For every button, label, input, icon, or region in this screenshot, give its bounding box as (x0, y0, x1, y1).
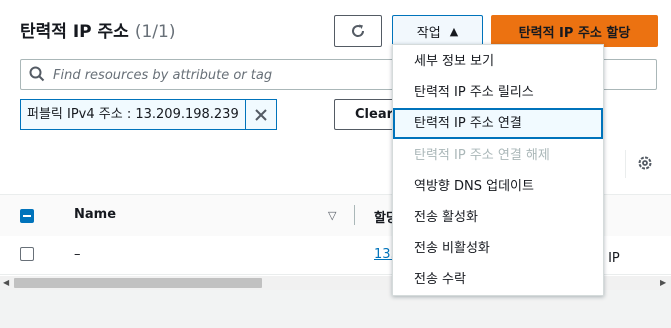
selection-count: (1/1) (134, 22, 176, 42)
menu-item-update-reverse-dns[interactable]: 역방향 DNS 업데이트 (393, 171, 603, 202)
allocate-eip-button[interactable]: 탄력적 IP 주소 할당 (491, 15, 658, 47)
row-checkbox[interactable] (20, 247, 34, 261)
menu-item-view-details[interactable]: 세부 정보 보기 (393, 46, 603, 77)
scroll-left-icon[interactable]: ◀ (3, 278, 9, 287)
refresh-button[interactable] (334, 15, 382, 47)
menu-item-disassociate-eip: 탄력적 IP 주소 연결 해제 (414, 148, 550, 163)
sort-icon[interactable]: ▽ (328, 209, 336, 222)
column-header-name[interactable]: Name (74, 207, 116, 222)
row-name: – (74, 247, 81, 262)
caret-up-icon: ▲ (449, 24, 459, 38)
scroll-right-icon[interactable]: ▶ (660, 278, 666, 287)
filter-token: 퍼블릭 IPv4 주소 : 13.209.198.239 (20, 99, 277, 130)
actions-button-label: 작업 (416, 25, 441, 41)
refresh-icon (352, 24, 365, 37)
close-icon (255, 108, 267, 121)
column-divider[interactable] (354, 205, 355, 225)
remove-filter-button[interactable] (245, 99, 277, 130)
page-title-text: 탄력적 IP 주소 (20, 22, 129, 42)
actions-dropdown-button[interactable]: 작업 ▲ (392, 15, 483, 47)
menu-item-disable-transfer[interactable]: 전송 비활성화 (393, 233, 603, 264)
gear-icon[interactable] (636, 154, 654, 172)
filter-token-label: 퍼블릭 IPv4 주소 : 13.209.198.239 (20, 99, 246, 130)
search-icon (29, 66, 45, 82)
menu-item-enable-transfer[interactable]: 전송 활성화 (393, 202, 603, 233)
menu-item-release-eip[interactable]: 탄력적 IP 주소 릴리스 (393, 77, 603, 108)
page-title: 탄력적 IP 주소 (1/1) (20, 17, 175, 42)
select-all-checkbox[interactable] (20, 209, 34, 223)
search-input[interactable] (51, 63, 415, 87)
actions-menu: 세부 정보 보기 탄력적 IP 주소 릴리스 탄력적 IP 주소 연결 탄력적 … (392, 44, 604, 296)
menu-item-associate-eip[interactable]: 탄력적 IP 주소 연결 (393, 108, 603, 139)
divider (625, 150, 626, 178)
scrollbar-thumb[interactable] (14, 278, 262, 288)
menu-item-accept-transfer[interactable]: 전송 수락 (393, 264, 603, 295)
